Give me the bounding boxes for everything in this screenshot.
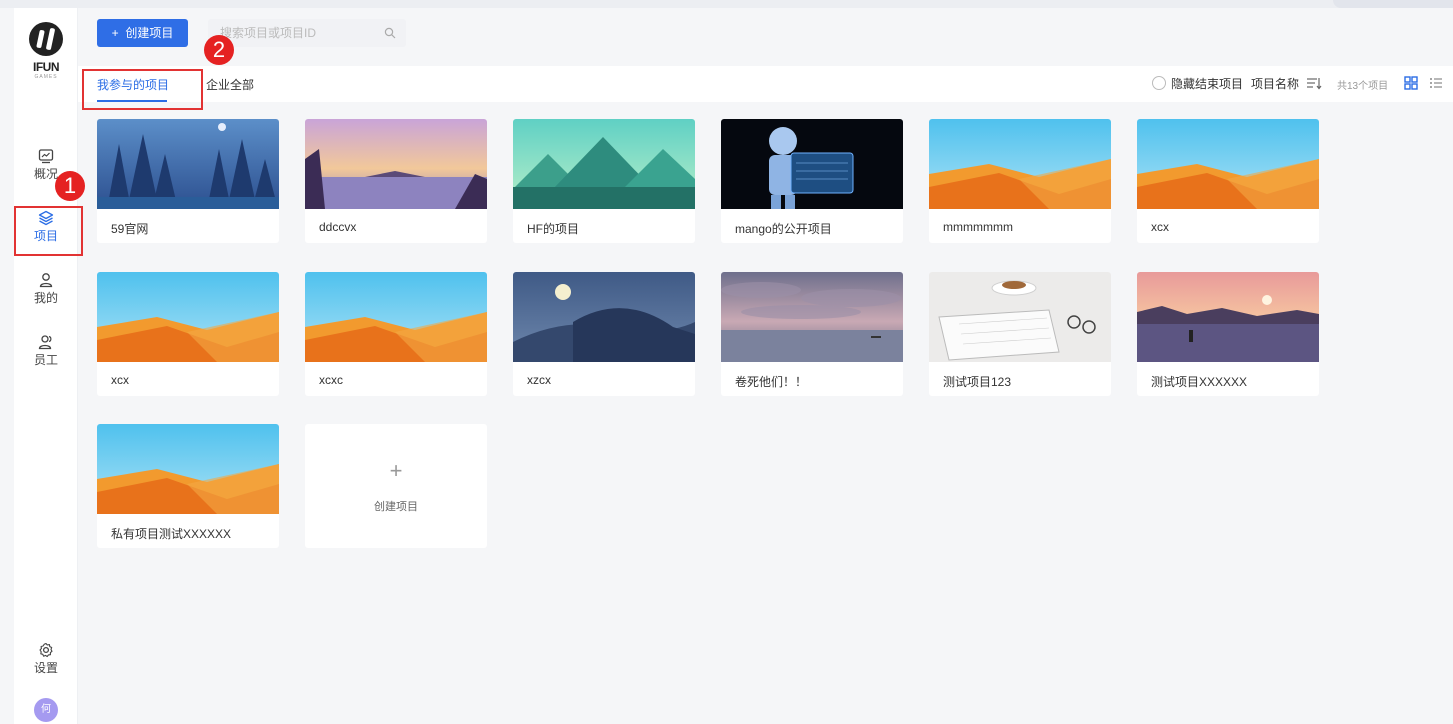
- project-cover-image: [513, 272, 695, 362]
- active-tab-underline: [97, 100, 167, 102]
- plus-icon: +: [111, 26, 119, 40]
- project-cover-image: [929, 119, 1111, 209]
- sidebar: IFUN GAMES 概况 项目 我的 员工 设置 何: [14, 8, 78, 724]
- avatar[interactable]: 何: [34, 698, 58, 722]
- top-strip: [0, 0, 1453, 8]
- logo-text: IFUN: [33, 60, 60, 74]
- logo[interactable]: IFUN GAMES: [22, 22, 70, 102]
- plus-icon: +: [389, 458, 403, 483]
- create-project-button[interactable]: + 创建项目: [97, 19, 188, 47]
- sort-icon[interactable]: [1306, 76, 1322, 90]
- sidebar-item-label: 概况: [33, 167, 58, 181]
- logo-mark-icon: [29, 22, 63, 56]
- create-project-label: 创建项目: [125, 26, 174, 40]
- project-cover-image: [721, 119, 903, 209]
- project-title: HF的项目: [527, 222, 579, 236]
- sidebar-item-projects[interactable]: 项目: [14, 210, 78, 258]
- project-title: ddccvx: [319, 220, 357, 234]
- project-card[interactable]: 59官网: [97, 119, 279, 243]
- project-cover-image: [97, 119, 279, 209]
- project-title: 私有项目测试XXXXXX: [111, 527, 232, 541]
- project-title: 59官网: [111, 222, 149, 236]
- project-count: 共13个项目: [1337, 81, 1389, 92]
- sidebar-item-label: 我的: [33, 291, 58, 305]
- list-view-icon[interactable]: [1429, 76, 1443, 90]
- search-input[interactable]: 搜索项目或项目ID: [208, 19, 406, 47]
- project-title: xcxc: [319, 373, 343, 387]
- project-title: xcx: [1151, 220, 1169, 234]
- project-cover-image: [929, 272, 1111, 362]
- project-card[interactable]: mmmmmmm: [929, 119, 1111, 243]
- sidebar-item-staff[interactable]: 员工: [14, 334, 78, 382]
- sidebar-item-settings[interactable]: 设置: [14, 642, 78, 690]
- project-cover-image: [721, 272, 903, 362]
- project-title: xzcx: [527, 373, 551, 387]
- step-badge-1: 1: [55, 171, 85, 201]
- project-cover-image: [97, 424, 279, 514]
- project-cover-image: [305, 119, 487, 209]
- layers-icon: [38, 210, 54, 226]
- logo-subtext: GAMES: [34, 74, 58, 80]
- project-cover-image: [1137, 272, 1319, 362]
- project-card[interactable]: ddccvx: [305, 119, 487, 243]
- project-card[interactable]: xcx: [97, 272, 279, 396]
- sort-by-label[interactable]: 项目名称: [1251, 75, 1299, 92]
- project-title: 卷死他们！！: [735, 375, 808, 389]
- project-cover-image: [1137, 119, 1319, 209]
- tab-my-projects[interactable]: 我参与的项目: [97, 76, 169, 93]
- project-title: 测试项目123: [943, 375, 1012, 389]
- project-card[interactable]: mango的公开项目: [721, 119, 903, 243]
- project-title: mango的公开项目: [735, 222, 832, 236]
- sidebar-item-label: 员工: [33, 353, 58, 367]
- add-project-card[interactable]: + 创建项目: [305, 424, 487, 548]
- project-title: 测试项目XXXXXX: [1151, 375, 1248, 389]
- user-icon: [39, 273, 53, 288]
- project-cover-image: [305, 272, 487, 362]
- sidebar-item-mine[interactable]: 我的: [14, 272, 78, 320]
- tab-all-enterprise[interactable]: 企业全部: [206, 76, 254, 93]
- project-title: mmmmmmm: [943, 220, 1013, 234]
- users-icon: [38, 335, 52, 350]
- search-placeholder: 搜索项目或项目ID: [220, 26, 317, 40]
- project-card[interactable]: xcx: [1137, 119, 1319, 243]
- project-card[interactable]: HF的项目: [513, 119, 695, 243]
- sidebar-item-label: 设置: [33, 661, 58, 675]
- hide-finished-label[interactable]: 隐藏结束项目: [1171, 75, 1243, 92]
- project-card[interactable]: 测试项目123: [929, 272, 1111, 396]
- gear-icon: [39, 642, 53, 658]
- project-cover-image: [513, 119, 695, 209]
- project-card[interactable]: xzcx: [513, 272, 695, 396]
- project-card[interactable]: 私有项目测试XXXXXX: [97, 424, 279, 548]
- overview-chart-icon: [38, 149, 54, 164]
- project-card[interactable]: 卷死他们！！: [721, 272, 903, 396]
- sidebar-item-label: 项目: [33, 229, 58, 243]
- add-project-label: 创建项目: [374, 501, 418, 513]
- tabs-bar: [78, 66, 1453, 102]
- project-cover-image: [97, 272, 279, 362]
- project-card[interactable]: xcxc: [305, 272, 487, 396]
- search-icon: [384, 27, 396, 39]
- project-title: xcx: [111, 373, 129, 387]
- hide-finished-radio[interactable]: [1152, 76, 1166, 90]
- step-badge-2: 2: [204, 35, 234, 65]
- grid-view-icon[interactable]: [1404, 76, 1418, 90]
- project-card[interactable]: 测试项目XXXXXX: [1137, 272, 1319, 396]
